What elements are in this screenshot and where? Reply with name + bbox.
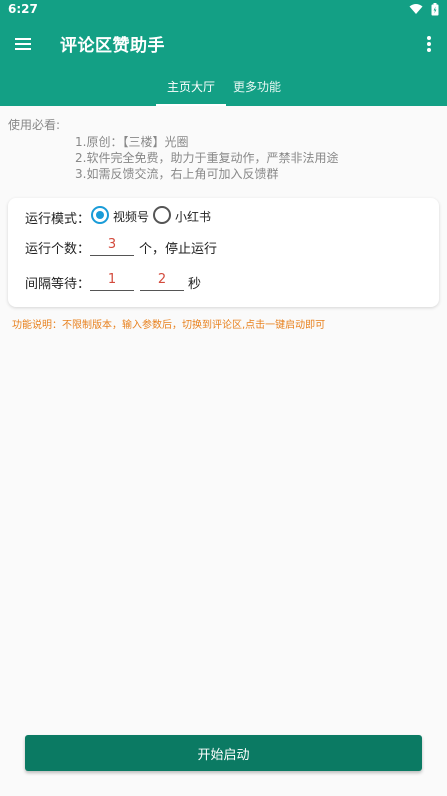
status-icons xyxy=(406,3,439,17)
usage-line: 3.如需反馈交流，右上角可加入反馈群 xyxy=(75,167,279,181)
mode-label: 运行模式： xyxy=(25,212,91,227)
tab-indicator xyxy=(156,104,226,106)
interval-min-input[interactable] xyxy=(90,269,134,291)
status-time: 6:27 xyxy=(8,2,38,16)
count-label: 运行个数： xyxy=(25,242,91,257)
usage-line: 1.原创：【三楼】光圈 xyxy=(75,135,189,149)
count-suffix: 个，停止运行 xyxy=(139,242,218,257)
tab-main-hall[interactable]: 主页大厅 xyxy=(156,68,226,106)
tab-more-features[interactable]: 更多功能 xyxy=(226,68,288,106)
wifi-icon xyxy=(409,4,423,14)
radio-xiaohongshu[interactable] xyxy=(153,206,171,224)
count-input[interactable] xyxy=(90,234,134,256)
settings-card: 运行模式： 视频号 小红书 运行个数： 个，停止运行 间隔等待： 秒 xyxy=(8,198,439,307)
radio-video-channel-label[interactable]: 视频号 xyxy=(113,208,149,225)
interval-suffix: 秒 xyxy=(188,277,202,292)
more-options-button[interactable] xyxy=(421,32,437,56)
battery-icon xyxy=(431,3,439,16)
app-bar: 评论区赞助手 xyxy=(0,20,447,68)
tab-bar: 主页大厅 更多功能 xyxy=(0,68,447,106)
usage-line: 2.软件完全免费，助力于重复动作，严禁非法用途 xyxy=(75,151,339,165)
app-title: 评论区赞助手 xyxy=(60,36,165,56)
status-bar: 6:27 xyxy=(0,0,447,20)
start-button[interactable]: 开始启动 xyxy=(25,735,422,771)
usage-title: 使用必看: xyxy=(8,118,61,132)
hamburger-menu-icon xyxy=(15,38,31,50)
radio-video-channel[interactable] xyxy=(91,206,109,224)
more-vertical-icon xyxy=(427,36,431,52)
interval-max-input[interactable] xyxy=(140,269,184,291)
interval-label: 间隔等待： xyxy=(25,277,91,292)
radio-xiaohongshu-label[interactable]: 小红书 xyxy=(175,208,211,225)
function-note: 功能说明：不限制版本，输入参数后，切换到评论区,点击一键启动即可 xyxy=(12,320,326,331)
menu-button[interactable] xyxy=(12,32,36,56)
